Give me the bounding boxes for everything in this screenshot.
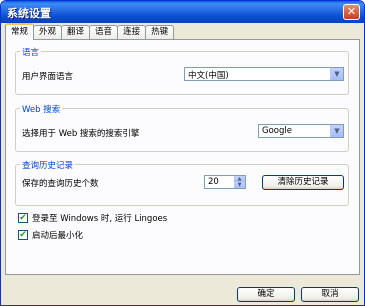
chevron-down-icon[interactable]: ▼ bbox=[330, 125, 343, 137]
stepper-buttons: ▲ ▼ bbox=[234, 176, 245, 188]
history-count-label: 保存的查询历史个数 bbox=[22, 179, 99, 189]
settings-window: 系统设置 ✕ 常规 外观 翻译 语音 连接 热键 语言 用户界面语言 中文(中国… bbox=[0, 0, 365, 306]
close-button[interactable]: ✕ bbox=[343, 4, 360, 20]
tab-appearance[interactable]: 外观 bbox=[33, 25, 63, 40]
checkmark-icon: ✔ bbox=[19, 212, 27, 223]
window-title: 系统设置 bbox=[7, 7, 51, 20]
history-group-title: 查询历史记录 bbox=[20, 159, 76, 171]
ui-language-value: 中文(中国) bbox=[188, 71, 229, 81]
search-engine-label: 选择用于 Web 搜索的搜索引擎 bbox=[22, 129, 140, 139]
tab-general[interactable]: 常规 bbox=[5, 23, 35, 40]
tab-hotkeys[interactable]: 热键 bbox=[145, 25, 175, 40]
search-engine-value: Google bbox=[262, 126, 292, 136]
clear-history-button[interactable]: 清除历史记录 bbox=[262, 175, 344, 190]
title-bar[interactable]: 系统设置 ✕ bbox=[1, 1, 364, 23]
close-icon: ✕ bbox=[346, 5, 357, 18]
tab-translation[interactable]: 翻译 bbox=[61, 25, 91, 40]
startup-checkbox[interactable]: ✔ bbox=[18, 212, 28, 223]
language-group: 语言 用户界面语言 中文(中国) ▼ bbox=[15, 46, 349, 95]
web-search-group: Web 搜索 选择用于 Web 搜索的搜索引擎 Google ▼ bbox=[15, 103, 349, 152]
history-count-value: 20 bbox=[208, 177, 219, 187]
minimize-checkbox[interactable]: ✔ bbox=[18, 229, 28, 240]
language-group-title: 语言 bbox=[20, 46, 42, 58]
ok-button[interactable]: 确定 bbox=[237, 287, 295, 302]
ui-language-label: 用户界面语言 bbox=[22, 72, 74, 82]
search-engine-select[interactable]: Google ▼ bbox=[258, 124, 344, 138]
web-search-group-title: Web 搜索 bbox=[20, 103, 63, 115]
spin-down-icon[interactable]: ▼ bbox=[234, 182, 245, 188]
minimize-checkbox-row[interactable]: ✔ 启动后最小化 bbox=[18, 229, 84, 241]
checkmark-icon: ✔ bbox=[19, 229, 27, 240]
chevron-down-icon[interactable]: ▼ bbox=[330, 68, 343, 80]
history-group: 查询历史记录 保存的查询历史个数 20 ▲ ▼ 清除历史记录 bbox=[15, 159, 349, 206]
startup-label: 登录至 Windows 时, 运行 Lingoes bbox=[32, 213, 168, 224]
cancel-button[interactable]: 取消 bbox=[301, 287, 359, 302]
startup-checkbox-row[interactable]: ✔ 登录至 Windows 时, 运行 Lingoes bbox=[18, 212, 168, 224]
history-count-stepper[interactable]: 20 ▲ ▼ bbox=[204, 175, 246, 189]
tab-connection[interactable]: 连接 bbox=[117, 25, 147, 40]
tab-bar: 常规 外观 翻译 语音 连接 热键 bbox=[5, 23, 175, 40]
minimize-label: 启动后最小化 bbox=[32, 230, 84, 241]
ui-language-select[interactable]: 中文(中国) ▼ bbox=[184, 67, 344, 81]
tab-speech[interactable]: 语音 bbox=[89, 25, 119, 40]
general-panel: 语言 用户界面语言 中文(中国) ▼ Web 搜索 选择用于 Web 搜索的搜索… bbox=[5, 39, 360, 275]
